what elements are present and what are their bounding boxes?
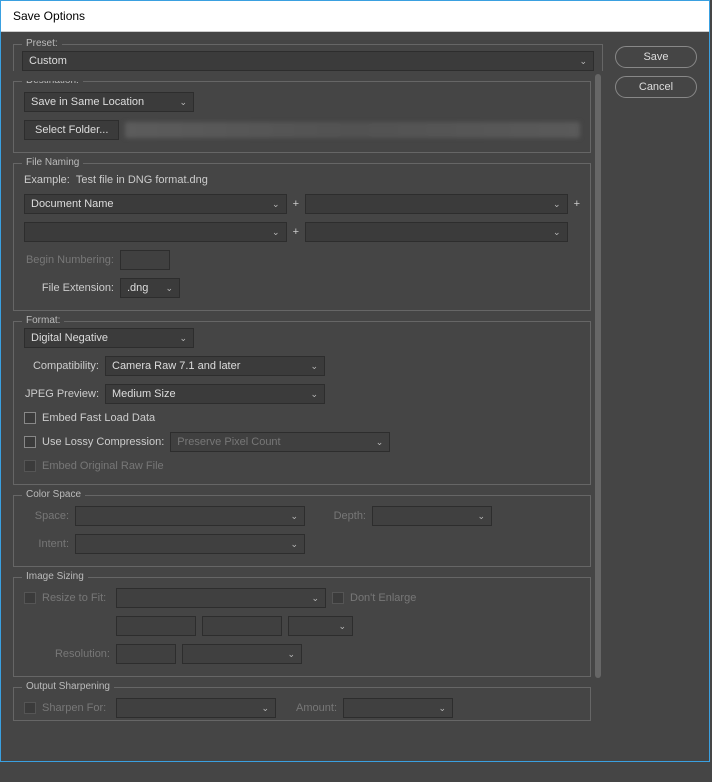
- chevron-down-icon: ⌄: [290, 539, 298, 550]
- chevron-down-icon: ⌄: [579, 56, 587, 67]
- dont-enlarge-label: Don't Enlarge: [350, 592, 416, 604]
- name-slot-2[interactable]: ⌄: [305, 194, 568, 214]
- sharpen-for-select: ⌄: [116, 698, 276, 718]
- embed-fast-load-label: Embed Fast Load Data: [42, 412, 155, 424]
- format-legend: Format:: [22, 315, 64, 326]
- select-folder-button[interactable]: Select Folder...: [24, 120, 119, 140]
- file-extension-label: File Extension:: [24, 282, 114, 294]
- resolution-label: Resolution:: [24, 648, 110, 660]
- resize-to-fit-checkbox: [24, 592, 36, 604]
- chevron-down-icon: ⌄: [310, 389, 318, 400]
- window-title: Save Options: [13, 9, 85, 23]
- depth-label: Depth:: [311, 510, 366, 522]
- size-w-input: [116, 616, 196, 636]
- scrollbar[interactable]: [593, 74, 603, 745]
- file-naming-fieldset: File Naming Example: Test file in DNG fo…: [13, 163, 591, 311]
- preset-label: Preset:: [22, 38, 62, 49]
- use-lossy-label: Use Lossy Compression:: [42, 436, 164, 448]
- chevron-down-icon: ⌄: [376, 437, 384, 448]
- jpeg-preview-select[interactable]: Medium Size ⌄: [105, 384, 325, 404]
- sharpen-amount-label: Amount:: [282, 702, 337, 714]
- example-value: Test file in DNG format.dng: [76, 174, 208, 186]
- chevron-down-icon: ⌄: [310, 361, 318, 372]
- chevron-down-icon: ⌄: [338, 621, 346, 632]
- example-label: Example:: [24, 174, 70, 186]
- sharpen-for-checkbox: [24, 702, 36, 714]
- embed-original-checkbox: [24, 460, 36, 472]
- plus-icon: +: [293, 226, 299, 238]
- compatibility-label: Compatibility:: [24, 360, 99, 372]
- title-bar: Save Options: [1, 1, 709, 32]
- chevron-down-icon: ⌄: [165, 283, 173, 294]
- size-unit-select: ⌄: [288, 616, 353, 636]
- intent-select: ⌄: [75, 534, 305, 554]
- save-button[interactable]: Save: [615, 46, 697, 68]
- chevron-down-icon: ⌄: [438, 703, 446, 714]
- size-h-input: [202, 616, 282, 636]
- image-sizing-fieldset: Image Sizing Resize to Fit: ⌄ Don't Enla…: [13, 577, 591, 677]
- chevron-down-icon: ⌄: [553, 199, 561, 210]
- scrollbar-thumb[interactable]: [595, 74, 601, 678]
- sharpen-for-label: Sharpen For:: [42, 702, 110, 714]
- dont-enlarge-checkbox: [332, 592, 344, 604]
- space-label: Space:: [24, 510, 69, 522]
- lossy-compression-select: Preserve Pixel Count ⌄: [170, 432, 390, 452]
- begin-numbering-label: Begin Numbering:: [24, 254, 114, 266]
- name-slot-1[interactable]: Document Name ⌄: [24, 194, 287, 214]
- chevron-down-icon: ⌄: [290, 511, 298, 522]
- sharpen-amount-select: ⌄: [343, 698, 453, 718]
- name-slot-4[interactable]: ⌄: [305, 222, 568, 242]
- plus-icon: +: [293, 198, 299, 210]
- chevron-down-icon: ⌄: [179, 97, 187, 108]
- output-sharpening-fieldset: Output Sharpening Sharpen For: ⌄ Amount:…: [13, 687, 591, 721]
- name-slot-3[interactable]: ⌄: [24, 222, 287, 242]
- image-sizing-legend: Image Sizing: [22, 571, 88, 582]
- preset-select[interactable]: Custom ⌄: [22, 51, 594, 71]
- resolution-unit-select: ⌄: [182, 644, 302, 664]
- jpeg-preview-label: JPEG Preview:: [24, 388, 99, 400]
- chevron-down-icon: ⌄: [477, 511, 485, 522]
- file-naming-legend: File Naming: [22, 157, 83, 168]
- file-extension-select[interactable]: .dng ⌄: [120, 278, 180, 298]
- destination-legend: Destination:: [22, 81, 83, 86]
- format-select[interactable]: Digital Negative ⌄: [24, 328, 194, 348]
- folder-path-blurred: [125, 122, 580, 138]
- compatibility-select[interactable]: Camera Raw 7.1 and later ⌄: [105, 356, 325, 376]
- use-lossy-checkbox[interactable]: [24, 436, 36, 448]
- chevron-down-icon: ⌄: [311, 593, 319, 604]
- destination-select[interactable]: Save in Same Location ⌄: [24, 92, 194, 112]
- destination-fieldset: Destination: Save in Same Location ⌄ Sel…: [13, 81, 591, 153]
- output-sharpening-legend: Output Sharpening: [22, 681, 114, 692]
- preset-fieldset: Preset: Custom ⌄: [13, 44, 603, 71]
- color-space-fieldset: Color Space Space: ⌄ Depth: ⌄: [13, 495, 591, 567]
- space-select: ⌄: [75, 506, 305, 526]
- resize-mode-select: ⌄: [116, 588, 326, 608]
- format-fieldset: Format: Digital Negative ⌄ Compatibility…: [13, 321, 591, 485]
- depth-select: ⌄: [372, 506, 492, 526]
- color-space-legend: Color Space: [22, 489, 85, 500]
- chevron-down-icon: ⌄: [272, 199, 280, 210]
- chevron-down-icon: ⌄: [261, 703, 269, 714]
- plus-icon: +: [574, 198, 580, 210]
- chevron-down-icon: ⌄: [272, 227, 280, 238]
- embed-fast-load-checkbox[interactable]: [24, 412, 36, 424]
- resize-to-fit-label: Resize to Fit:: [42, 592, 110, 604]
- chevron-down-icon: ⌄: [179, 333, 187, 344]
- embed-original-label: Embed Original Raw File: [42, 460, 164, 472]
- intent-label: Intent:: [24, 538, 69, 550]
- cancel-button[interactable]: Cancel: [615, 76, 697, 98]
- begin-numbering-input: [120, 250, 170, 270]
- chevron-down-icon: ⌄: [553, 227, 561, 238]
- chevron-down-icon: ⌄: [287, 649, 295, 660]
- resolution-input: [116, 644, 176, 664]
